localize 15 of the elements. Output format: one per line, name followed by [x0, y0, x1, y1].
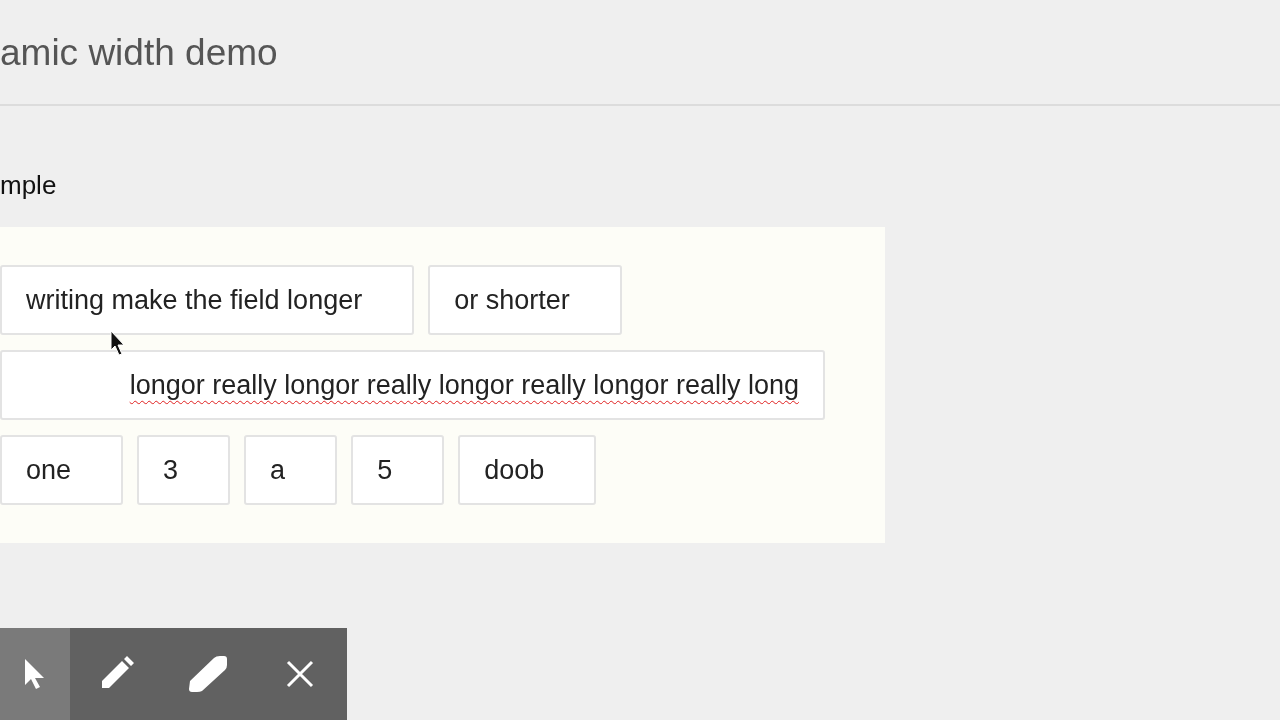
close-icon	[286, 660, 314, 688]
pointer-icon	[23, 657, 47, 691]
mouse-pointer-icon	[110, 330, 126, 356]
text-field[interactable]: doob	[458, 435, 597, 505]
text-field[interactable]: a	[244, 435, 338, 505]
text-field[interactable]: one	[0, 435, 124, 505]
text-field[interactable]: 3	[137, 435, 231, 505]
page-title: amic width demo	[0, 31, 278, 74]
text-field[interactable]: writing make the field longer	[0, 265, 415, 335]
text-field[interactable]: longor really longor really longor really longor really long	[0, 350, 825, 420]
section-heading: mple	[0, 170, 58, 202]
text-field[interactable]: or shorter	[428, 265, 622, 335]
text-field[interactable]: 5	[351, 435, 445, 505]
tool-button[interactable]	[0, 628, 70, 720]
eraser-icon	[188, 655, 228, 693]
